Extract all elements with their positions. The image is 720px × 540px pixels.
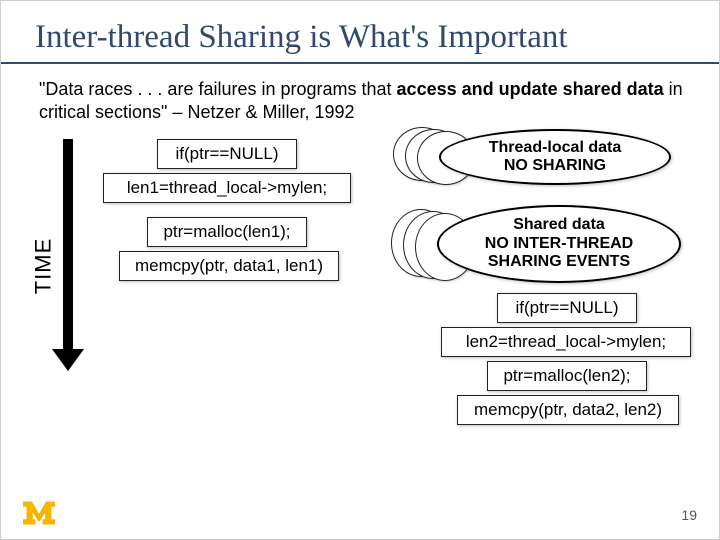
time-arrow-head [52,349,84,371]
ellipse-shared-data: Shared data NO INTER-THREAD SHARING EVEN… [437,205,681,283]
time-arrow-line [63,139,73,351]
code-box-l4: memcpy(ptr, data1, len1) [119,251,339,281]
quote-bold: access and update shared data [397,79,664,99]
code-box-l1: if(ptr==NULL) [157,139,297,169]
ellipse1-line2: NO SHARING [504,157,606,175]
page-number: 19 [681,507,697,523]
code-box-r2: len2=thread_local->mylen; [441,327,691,357]
ellipse-thread-local: Thread-local data NO SHARING [439,129,671,185]
quote-part1: "Data races . . . are failures in progra… [39,79,397,99]
time-label: TIME [30,238,56,295]
ellipse2-line3: SHARING EVENTS [488,253,630,271]
diagram-area: TIME if(ptr==NULL) len1=thread_local->my… [1,129,719,449]
code-box-r4: memcpy(ptr, data2, len2) [457,395,679,425]
ellipse2-line1: Shared data [513,216,605,234]
logo-icon [23,501,55,525]
quote-text: "Data races . . . are failures in progra… [1,64,719,129]
ellipse1-line1: Thread-local data [489,139,621,157]
code-box-l3: ptr=malloc(len1); [147,217,307,247]
slide-title: Inter-thread Sharing is What's Important [1,1,719,62]
code-box-l2: len1=thread_local->mylen; [103,173,351,203]
code-box-r1: if(ptr==NULL) [497,293,637,323]
code-box-r3: ptr=malloc(len2); [487,361,647,391]
time-axis: TIME [29,133,73,363]
ellipse2-line2: NO INTER-THREAD [485,235,633,253]
